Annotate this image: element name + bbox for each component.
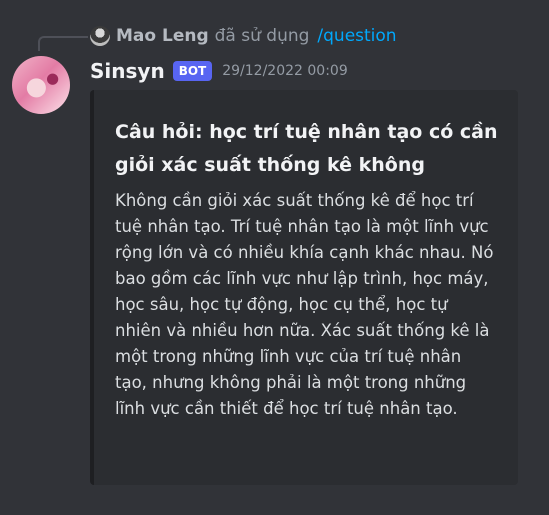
slash-command-link[interactable]: /question [317, 26, 396, 46]
reply-username[interactable]: Mao Leng [116, 26, 209, 46]
message-timestamp[interactable]: 29/12/2022 00:09 [222, 63, 348, 79]
embed-description: Không cần giỏi xác suất thống kê để học … [115, 191, 494, 418]
bot-badge: BOT [172, 61, 213, 81]
user-avatar-icon[interactable] [90, 26, 110, 46]
embed-title: Câu hỏi: học trí tuệ nhân tạo có cần giỏ… [115, 121, 498, 176]
message-header: Sinsyn BOT 29/12/2022 00:09 [90, 58, 348, 84]
reply-reference[interactable]: Mao Leng đã sử dụng /question [90, 24, 397, 48]
bot-avatar-icon[interactable] [12, 56, 70, 114]
reply-connector [38, 36, 88, 51]
message-username[interactable]: Sinsyn [90, 59, 165, 83]
message-embed: Câu hỏi: học trí tuệ nhân tạo có cần giỏ… [90, 90, 518, 485]
reply-action-text: đã sử dụng [214, 26, 310, 46]
